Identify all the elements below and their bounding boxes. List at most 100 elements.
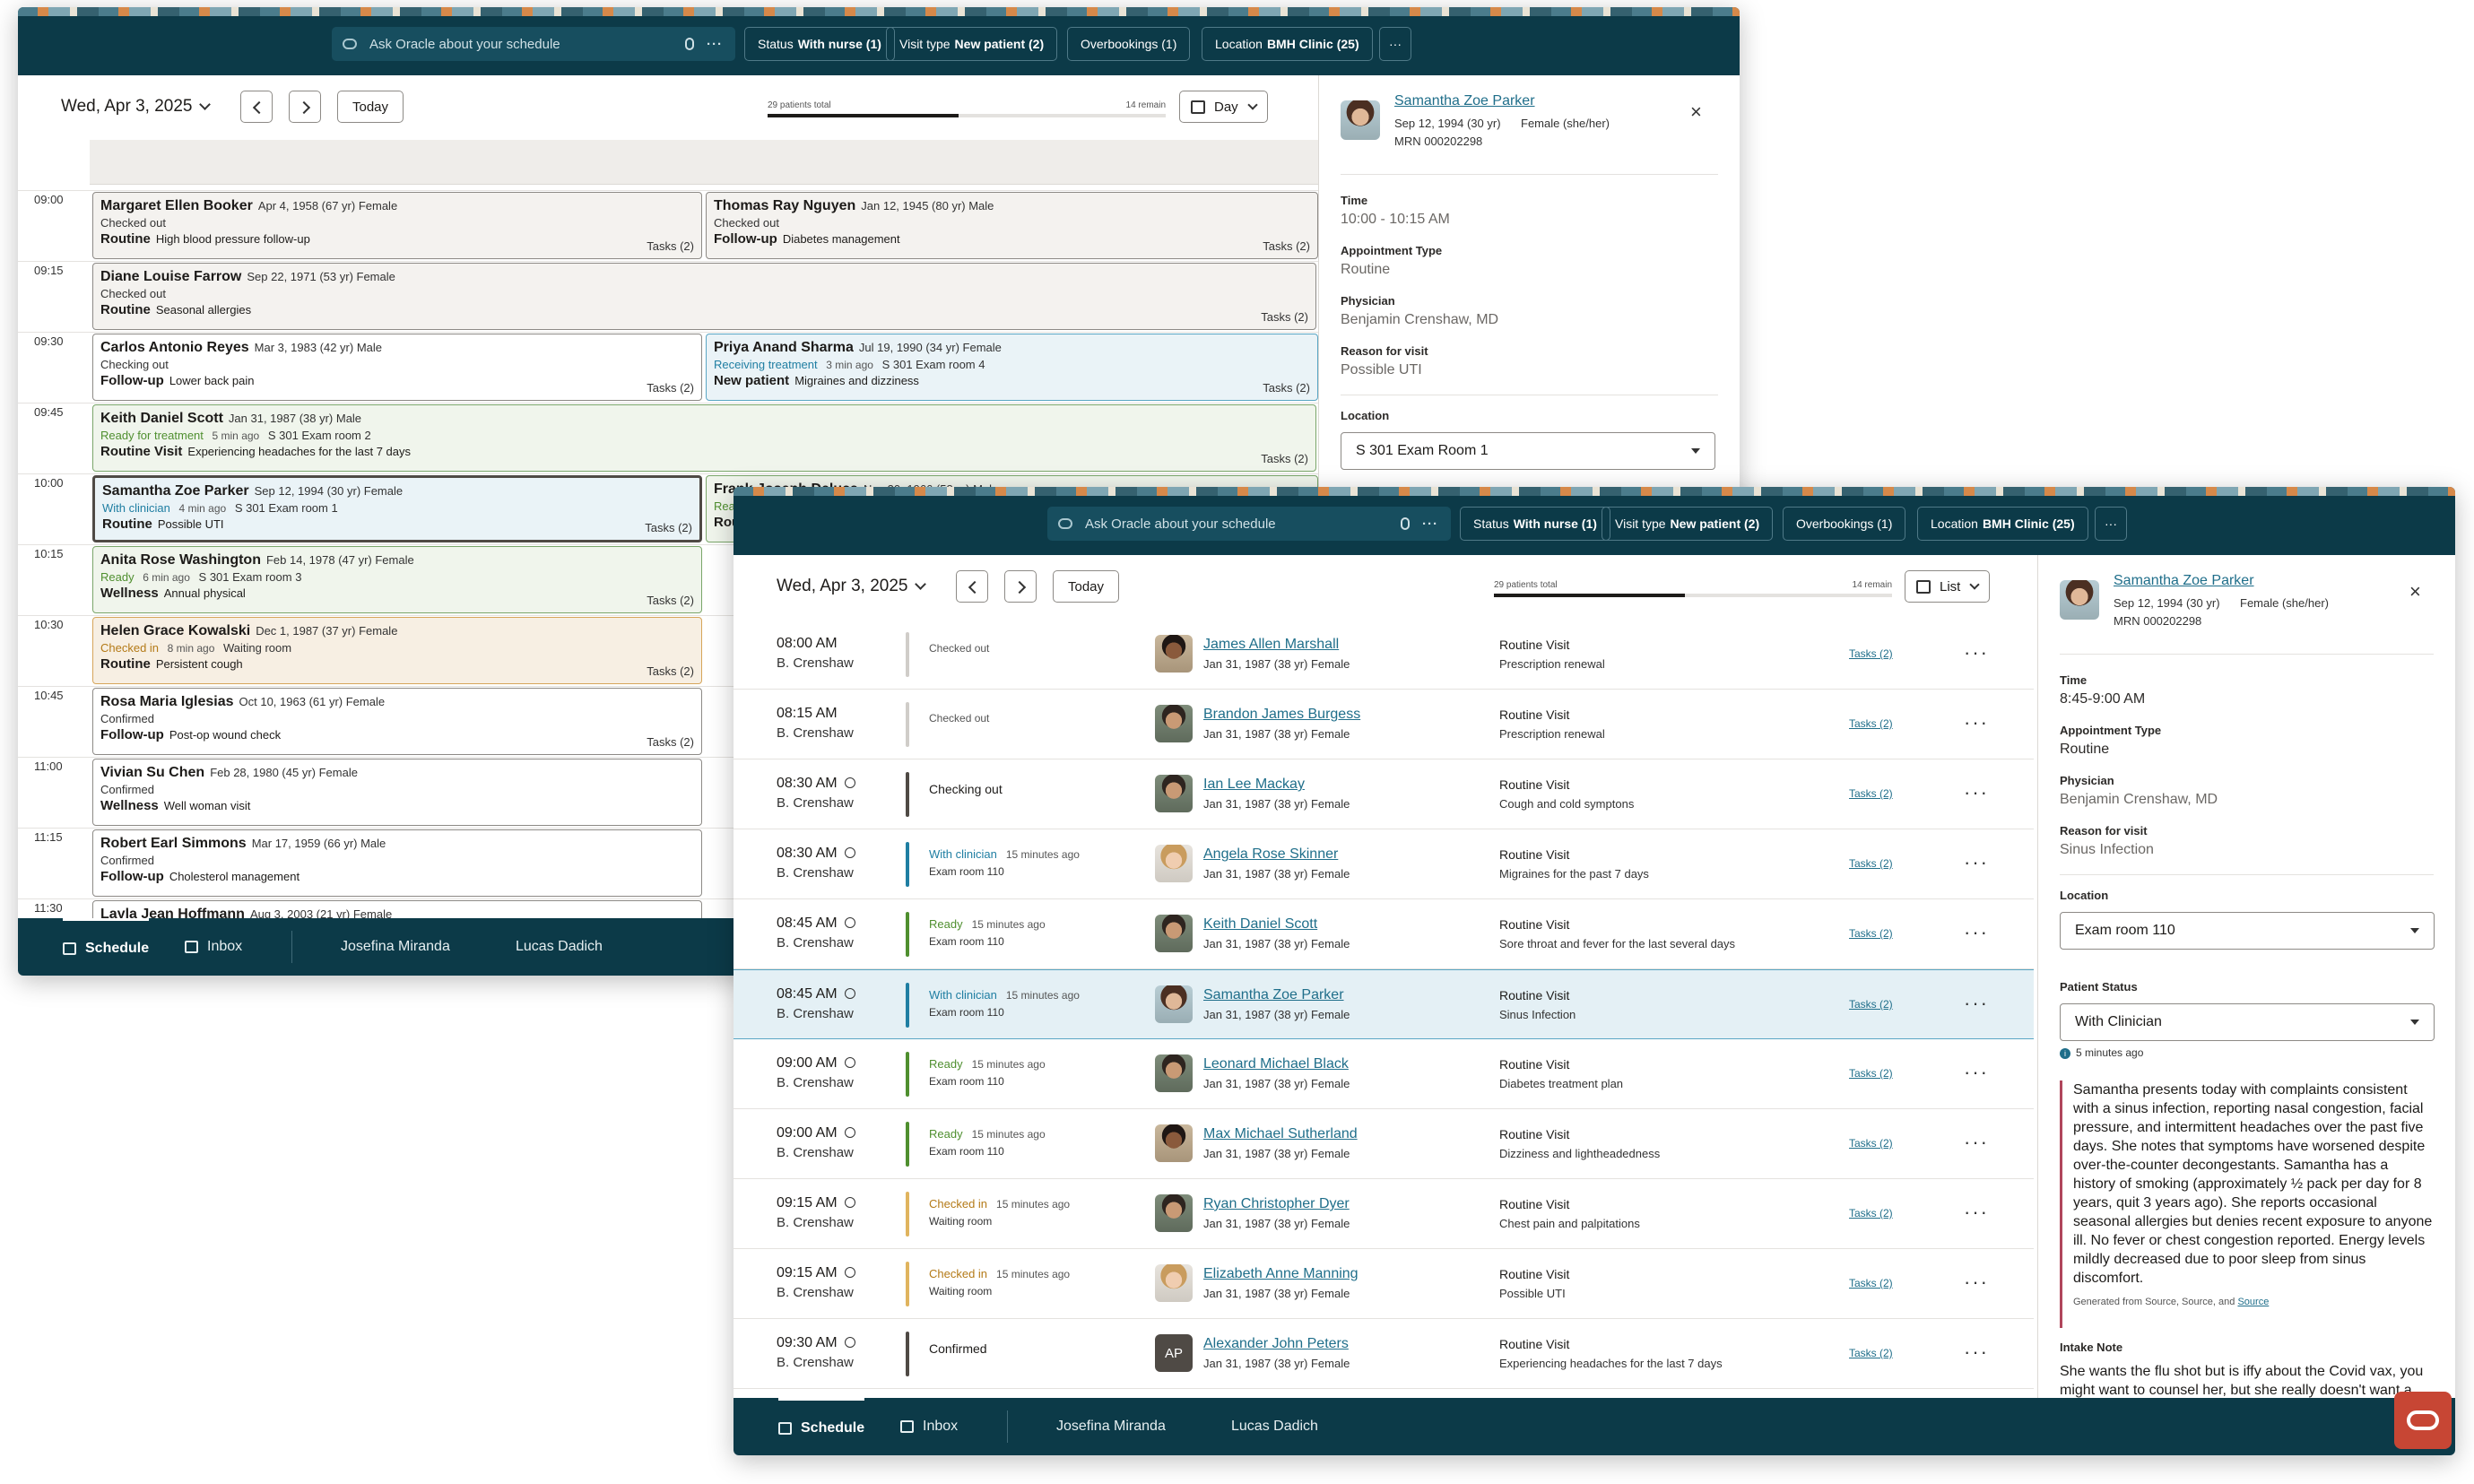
- tab-inbox[interactable]: Inbox: [185, 918, 242, 976]
- more-actions-icon[interactable]: ···: [1964, 641, 1989, 664]
- filter-chip-visit-type[interactable]: Visit type New patient (2): [886, 27, 1058, 61]
- location-select[interactable]: Exam room 110: [2060, 912, 2435, 950]
- more-actions-icon[interactable]: ···: [1964, 921, 1989, 944]
- more-icon[interactable]: ···: [707, 37, 723, 52]
- tasks-link[interactable]: Tasks (2): [1849, 787, 1893, 800]
- tasks-count[interactable]: Tasks (2): [1261, 310, 1308, 324]
- tasks-link[interactable]: Tasks (2): [1849, 1067, 1893, 1080]
- date-picker[interactable]: Wed, Apr 3, 2025: [777, 577, 927, 596]
- patient-name-link[interactable]: Elizabeth Anne Manning: [1203, 1266, 1359, 1282]
- patient-name-link[interactable]: Leonard Michael Black: [1203, 1056, 1349, 1072]
- appointment-card[interactable]: Priya Anand Sharma Jul 19, 1990 (34 yr) F…: [706, 334, 1318, 401]
- patient-status-select[interactable]: With Clinician: [2060, 1003, 2435, 1041]
- appointment-card[interactable]: Robert Earl Simmons Mar 17, 1959 (66 yr) …: [92, 829, 702, 897]
- tasks-count[interactable]: Tasks (2): [645, 521, 692, 534]
- filter-chip-location[interactable]: Location BMH Clinic (25): [1917, 507, 2088, 541]
- more-filters-button[interactable]: ···: [1379, 27, 1411, 61]
- tab-user-lucas[interactable]: Lucas Dadich: [1231, 1398, 1318, 1455]
- previous-day-button[interactable]: [956, 570, 988, 603]
- more-actions-icon[interactable]: ···: [1964, 851, 1989, 874]
- tab-user-josefina[interactable]: Josefina Miranda: [1056, 1398, 1166, 1455]
- tab-inbox[interactable]: Inbox: [900, 1398, 958, 1455]
- table-row[interactable]: 08:45 AM B. Crenshaw With clinician 15 minu…: [734, 969, 2034, 1039]
- patient-name-link[interactable]: Samantha Zoe Parker: [1203, 987, 1344, 1003]
- more-actions-icon[interactable]: ···: [1964, 992, 1989, 1015]
- tasks-link[interactable]: Tasks (2): [1849, 1347, 1893, 1359]
- microphone-icon[interactable]: [685, 38, 694, 50]
- appointment-card[interactable]: Carlos Antonio Reyes Mar 3, 1983 (42 yr) …: [92, 334, 702, 401]
- close-icon[interactable]: ×: [2409, 580, 2421, 603]
- patient-name-link[interactable]: Alexander John Peters: [1203, 1336, 1349, 1352]
- patient-name-link[interactable]: Keith Daniel Scott: [1203, 916, 1317, 933]
- patient-name-link[interactable]: Angela Rose Skinner: [1203, 846, 1338, 863]
- tasks-link[interactable]: Tasks (2): [1849, 1207, 1893, 1219]
- tasks-count[interactable]: Tasks (2): [1263, 239, 1310, 253]
- today-button[interactable]: Today: [1053, 570, 1120, 603]
- tasks-link[interactable]: Tasks (2): [1849, 927, 1893, 940]
- appointment-card[interactable]: Anita Rose Washington Feb 14, 1978 (47 yr…: [92, 546, 702, 613]
- table-row[interactable]: 09:00 AM B. Crenshaw Ready 15 minutes ago Ex…: [734, 1109, 2034, 1179]
- more-actions-icon[interactable]: ···: [1964, 711, 1989, 734]
- filter-chip-status[interactable]: Status With nurse (1): [1460, 507, 1610, 541]
- source-link[interactable]: Source: [2237, 1297, 2269, 1307]
- patient-name-link[interactable]: Ryan Christopher Dyer: [1203, 1196, 1350, 1212]
- next-day-button[interactable]: [1004, 570, 1037, 603]
- appointment-card[interactable]: Helen Grace Kowalski Dec 1, 1987 (37 yr) …: [92, 617, 702, 684]
- table-row[interactable]: 08:15 AM B. Crenshaw Checked out Brandon Ja…: [734, 690, 2034, 759]
- tasks-link[interactable]: Tasks (2): [1849, 717, 1893, 730]
- patient-name-link[interactable]: Samantha Zoe Parker: [2114, 573, 2254, 589]
- tasks-count[interactable]: Tasks (2): [1261, 452, 1308, 465]
- previous-day-button[interactable]: [240, 91, 273, 123]
- tasks-count[interactable]: Tasks (2): [647, 239, 694, 253]
- more-icon[interactable]: ···: [1422, 516, 1438, 532]
- table-row[interactable]: 08:30 AM B. Crenshaw Checking out Ian Lee M…: [734, 759, 2034, 829]
- ask-oracle-bar[interactable]: Ask Oracle about your schedule ···: [332, 27, 735, 61]
- patient-name-link[interactable]: Brandon James Burgess: [1203, 707, 1360, 723]
- appointment-card[interactable]: Margaret Ellen Booker Apr 4, 1958 (67 yr)…: [92, 192, 702, 259]
- tasks-link[interactable]: Tasks (2): [1849, 647, 1893, 660]
- tasks-link[interactable]: Tasks (2): [1849, 1137, 1893, 1150]
- more-actions-icon[interactable]: ···: [1964, 1341, 1989, 1364]
- table-row[interactable]: 08:00 AM B. Crenshaw Checked out James Alle…: [734, 620, 2034, 690]
- patient-name-link[interactable]: Samantha Zoe Parker: [1394, 93, 1535, 109]
- location-select[interactable]: S 301 Exam Room 1: [1341, 432, 1715, 470]
- tasks-link[interactable]: Tasks (2): [1849, 998, 1893, 1011]
- view-select[interactable]: Day: [1179, 91, 1268, 123]
- tab-schedule[interactable]: Schedule: [63, 918, 150, 976]
- tasks-count[interactable]: Tasks (2): [647, 594, 694, 607]
- tab-user-josefina[interactable]: Josefina Miranda: [341, 918, 450, 976]
- more-actions-icon[interactable]: ···: [1964, 1131, 1989, 1154]
- today-button[interactable]: Today: [337, 91, 404, 123]
- tasks-count[interactable]: Tasks (2): [647, 735, 694, 749]
- appointment-card[interactable]: Rosa Maria Iglesias Oct 10, 1963 (61 yr) …: [92, 688, 702, 755]
- tasks-count[interactable]: Tasks (2): [647, 381, 694, 395]
- more-actions-icon[interactable]: ···: [1964, 781, 1989, 804]
- filter-chip-overbookings[interactable]: Overbookings (1): [1783, 507, 1906, 541]
- tasks-link[interactable]: Tasks (2): [1849, 1277, 1893, 1289]
- patient-name-link[interactable]: Max Michael Sutherland: [1203, 1126, 1358, 1142]
- patient-name-link[interactable]: James Allen Marshall: [1203, 637, 1339, 653]
- patient-name-link[interactable]: Ian Lee Mackay: [1203, 777, 1305, 793]
- oracle-assistant-button[interactable]: [2394, 1392, 2452, 1449]
- microphone-icon[interactable]: [1401, 517, 1410, 530]
- more-filters-button[interactable]: ···: [2095, 507, 2127, 541]
- date-picker[interactable]: Wed, Apr 3, 2025: [61, 97, 212, 117]
- ask-oracle-bar[interactable]: Ask Oracle about your schedule ···: [1047, 507, 1451, 541]
- more-actions-icon[interactable]: ···: [1964, 1271, 1989, 1294]
- tasks-link[interactable]: Tasks (2): [1849, 857, 1893, 870]
- tasks-count[interactable]: Tasks (2): [647, 664, 694, 678]
- appointment-card[interactable]: Vivian Su Chen Feb 28, 1980 (45 yr) Femal…: [92, 759, 702, 826]
- appointment-card[interactable]: Diane Louise Farrow Sep 22, 1971 (53 yr) …: [92, 263, 1316, 330]
- filter-chip-overbookings[interactable]: Overbookings (1): [1067, 27, 1191, 61]
- tab-user-lucas[interactable]: Lucas Dadich: [516, 918, 603, 976]
- table-row[interactable]: 08:45 AM B. Crenshaw Ready 15 minutes ago Ex…: [734, 899, 2034, 969]
- filter-chip-location[interactable]: Location BMH Clinic (25): [1202, 27, 1373, 61]
- appointment-card[interactable]: Keith Daniel Scott Jan 31, 1987 (38 yr) M…: [92, 404, 1316, 472]
- table-row[interactable]: 09:00 AM B. Crenshaw Ready 15 minutes ago Ex…: [734, 1039, 2034, 1109]
- tab-schedule[interactable]: Schedule: [778, 1398, 865, 1455]
- tasks-count[interactable]: Tasks (2): [1263, 381, 1310, 395]
- more-actions-icon[interactable]: ···: [1964, 1201, 1989, 1224]
- close-icon[interactable]: ×: [1690, 100, 1702, 124]
- filter-chip-status[interactable]: Status With nurse (1): [744, 27, 895, 61]
- table-row[interactable]: 09:30 AM B. Crenshaw Confirmed AP Alexander …: [734, 1319, 2034, 1389]
